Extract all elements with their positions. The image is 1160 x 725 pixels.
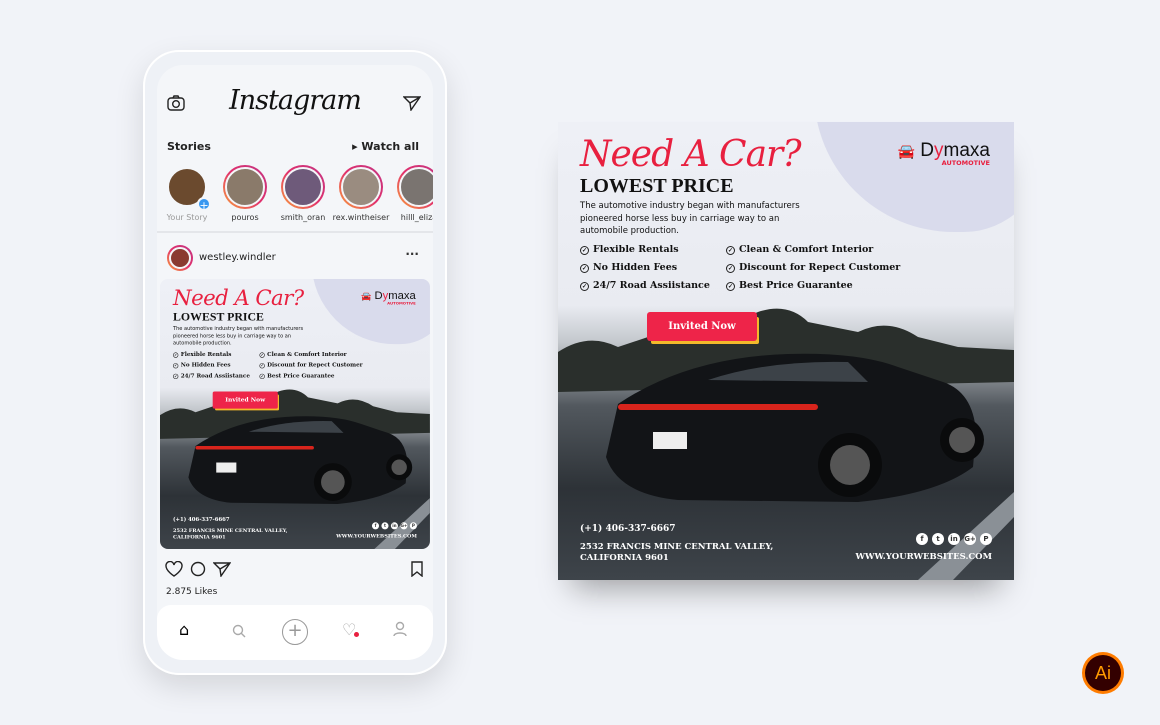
divider — [157, 231, 433, 233]
facebook-icon[interactable]: f — [916, 533, 928, 545]
contact-phone: (+1) 406-337-6667 — [173, 516, 230, 523]
stories-row: + Your Story pouros smith_oran rex.wintheise… — [165, 165, 433, 222]
story-item[interactable]: + Your Story — [165, 165, 211, 222]
check-icon: ✓ — [726, 282, 735, 291]
story-avatar: + — [165, 165, 211, 212]
add-icon[interactable]: + — [282, 619, 308, 645]
facebook-icon[interactable]: f — [371, 522, 380, 530]
ad-subheadline: LOWEST PRICE — [580, 175, 734, 197]
feature-item: ✓ No Hidden Fees — [173, 361, 231, 369]
story-avatar — [223, 165, 267, 209]
check-icon: ✓ — [580, 246, 589, 255]
watch-all-button[interactable]: ▸ Watch all — [352, 140, 419, 153]
social-icons: f t in G+ P — [916, 533, 992, 545]
instagram-screen: Instagram Stories ▸ Watch all + Your Stor… — [157, 65, 433, 660]
ad-headline: Need A Car? — [173, 286, 304, 311]
pinterest-icon[interactable]: P — [980, 533, 992, 545]
ad-creative: Need A Car? LOWEST PRICE The automotive … — [558, 122, 1014, 580]
check-icon: ✓ — [726, 246, 735, 255]
social-icons: f t in G+ P — [371, 522, 417, 530]
feature-list: ✓ Flexible Rentals ✓ Clean & Comfort Interi… — [173, 351, 372, 380]
profile-icon[interactable] — [393, 621, 407, 641]
linkedin-icon[interactable]: in — [948, 533, 960, 545]
website-link[interactable]: WWW.YOURWEBSITES.COM — [336, 534, 417, 540]
story-item[interactable]: rex.wintheiser — [333, 165, 389, 222]
bottom-nav: ⌂ + ♡ — [157, 605, 433, 660]
invited-now-button[interactable]: Invited Now — [647, 312, 757, 341]
invited-now-button[interactable]: Invited Now — [212, 391, 278, 409]
ad-description: The automotive industry began with manuf… — [580, 201, 800, 236]
likes-count: 2.875 Likes — [166, 587, 218, 597]
feature-item: ✓ Best Price Guarantee — [726, 280, 853, 291]
check-icon: ✓ — [726, 264, 735, 273]
feature-item: ✓ 24/7 Road Assiistance — [173, 372, 250, 380]
twitter-icon[interactable]: t — [381, 522, 389, 530]
comment-icon[interactable] — [190, 561, 206, 577]
google-plus-icon[interactable]: G+ — [964, 533, 976, 545]
pinterest-icon[interactable]: P — [409, 522, 417, 530]
heart-icon[interactable] — [165, 561, 183, 577]
feature-item: ✓ Discount for Repect Customer — [259, 361, 363, 369]
feature-item: ✓ Best Price Guarantee — [259, 372, 335, 380]
stories-heading: Stories — [167, 140, 211, 153]
story-item[interactable]: hilll_eliza — [397, 165, 433, 222]
post-username[interactable]: westley.windler — [199, 252, 276, 263]
website-link[interactable]: WWW.YOURWEBSITES.COM — [855, 552, 992, 562]
feature-item: ✓ 24/7 Road Assiistance — [580, 280, 710, 291]
phone-mockup: Instagram Stories ▸ Watch all + Your Stor… — [143, 50, 447, 675]
activity-icon[interactable]: ♡ — [342, 620, 360, 639]
check-icon: ✓ — [259, 373, 265, 380]
illustrator-badge: Ai — [1082, 652, 1124, 694]
home-icon[interactable]: ⌂ — [179, 620, 189, 639]
car-icon: 🚘 — [361, 291, 372, 301]
post-image: Need A Car? LOWEST PRICE The automotive … — [160, 279, 430, 549]
brand-logo: 🚘 Dymaxa AUTOMOTIVE — [897, 140, 990, 167]
check-icon: ✓ — [173, 373, 179, 380]
avatar[interactable] — [167, 245, 193, 271]
ad-creative: Need A Car? LOWEST PRICE The automotive … — [160, 279, 430, 549]
story-avatar — [339, 165, 383, 209]
bookmark-icon[interactable] — [411, 561, 423, 577]
brand-logo: 🚘 Dymaxa AUTOMOTIVE — [361, 289, 416, 306]
car-icon: 🚘 — [897, 143, 916, 159]
check-icon: ✓ — [173, 352, 179, 358]
check-icon: ✓ — [173, 363, 179, 369]
check-icon: ✓ — [580, 282, 589, 291]
check-icon: ✓ — [580, 264, 589, 273]
post-header: westley.windler ··· — [167, 245, 423, 271]
feature-item: ✓ Flexible Rentals — [173, 351, 232, 358]
post-actions — [165, 561, 423, 581]
story-avatar — [397, 165, 433, 209]
story-avatar — [281, 165, 325, 209]
contact-phone: (+1) 406-337-6667 — [580, 524, 676, 534]
ad-description: The automotive industry began with manuf… — [173, 325, 304, 347]
feature-list: ✓ Flexible Rentals ✓ Clean & Comfort Interi… — [580, 244, 916, 291]
add-story-icon[interactable]: + — [197, 197, 211, 212]
feature-item: ✓ Discount for Repect Customer — [726, 262, 901, 273]
ad-preview: Need A Car? LOWEST PRICE The automotive … — [558, 122, 1014, 580]
contact-address: 2532 FRANCIS MINE CENTRAL VALLEY, CALIFO… — [173, 527, 288, 541]
search-icon[interactable] — [232, 623, 246, 642]
check-icon: ✓ — [259, 352, 265, 358]
send-icon[interactable] — [403, 95, 421, 111]
app-title: Instagram — [229, 85, 362, 116]
story-item[interactable]: pouros — [223, 165, 267, 222]
share-icon[interactable] — [213, 561, 231, 577]
check-icon: ✓ — [259, 363, 265, 369]
feature-item: ✓ Clean & Comfort Interior — [259, 351, 347, 358]
google-plus-icon[interactable]: G+ — [400, 522, 408, 530]
more-icon[interactable]: ··· — [405, 247, 419, 261]
story-item[interactable]: smith_oran — [281, 165, 325, 222]
ad-subheadline: LOWEST PRICE — [173, 310, 264, 324]
linkedin-icon[interactable]: in — [390, 522, 398, 530]
feature-item: ✓ Clean & Comfort Interior — [726, 244, 874, 255]
ad-headline: Need A Car? — [580, 134, 802, 175]
feature-item: ✓ No Hidden Fees — [580, 262, 678, 273]
contact-address: 2532 FRANCIS MINE CENTRAL VALLEY, CALIFO… — [580, 542, 774, 563]
twitter-icon[interactable]: t — [932, 533, 944, 545]
feature-item: ✓ Flexible Rentals — [580, 244, 679, 255]
